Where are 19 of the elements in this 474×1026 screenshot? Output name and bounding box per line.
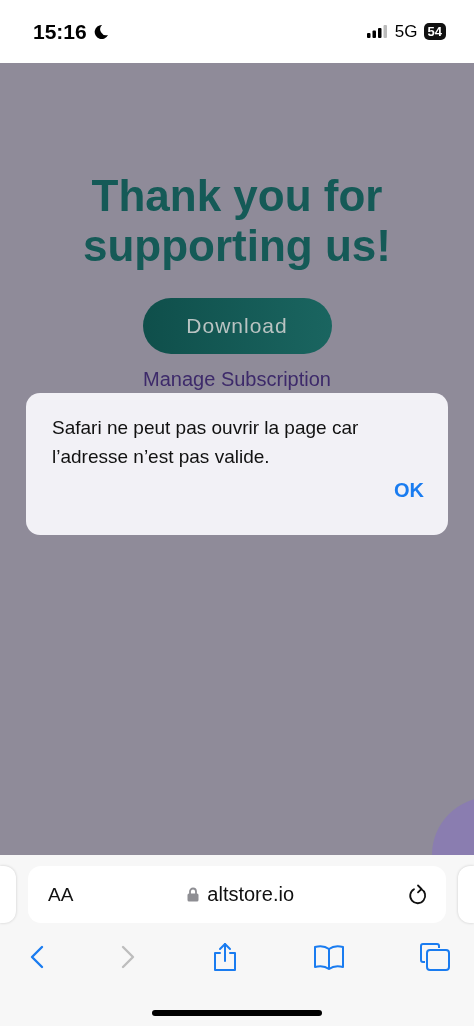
- status-time: 15:16: [33, 19, 87, 44]
- alert-message: Safari ne peut pas ouvrir la page car l’adresse n’est pas valide.: [52, 416, 360, 469]
- book-icon[interactable]: [312, 944, 345, 970]
- page-title: Thank you for supporting us!: [82, 171, 392, 271]
- reload-icon[interactable]: [408, 883, 428, 906]
- address-bar[interactable]: AA altstore.io: [28, 866, 446, 923]
- text-size-button[interactable]: AA: [48, 883, 74, 906]
- manage-subscription-link[interactable]: Manage Subscription: [143, 368, 331, 391]
- network-label: 5G: [394, 21, 418, 42]
- share-icon[interactable]: [211, 942, 238, 972]
- tabs-icon[interactable]: [420, 943, 450, 971]
- moon-icon: [92, 23, 109, 40]
- download-button[interactable]: Download: [142, 298, 332, 354]
- ok-button[interactable]: OK: [394, 479, 424, 502]
- back-icon[interactable]: [29, 945, 45, 969]
- battery-icon: 54: [423, 23, 446, 40]
- lock-icon: [187, 887, 200, 902]
- url-text: altstore.io: [207, 883, 295, 906]
- signal-icon: [366, 25, 387, 38]
